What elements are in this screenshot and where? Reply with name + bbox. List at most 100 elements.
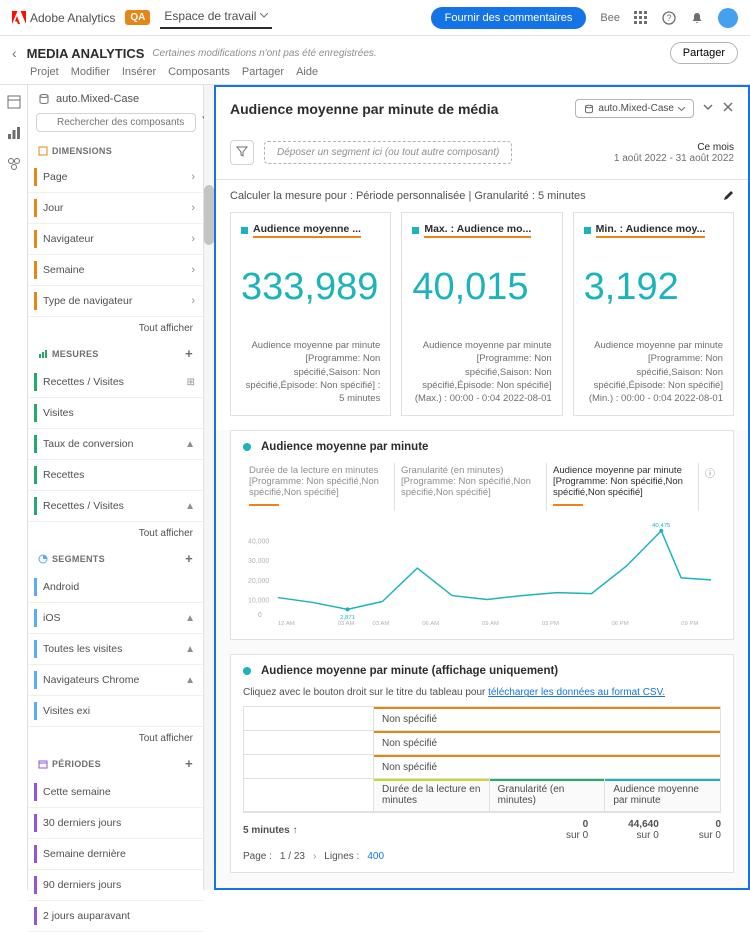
menu-bar: Projet Modifier Insérer Composants Parta…: [0, 66, 750, 84]
svg-text:06 AM: 06 AM: [422, 622, 439, 628]
feedback-button[interactable]: Fournir des commentaires: [431, 7, 587, 29]
collapse-icon[interactable]: [702, 101, 714, 116]
left-icon-rail: [0, 85, 28, 890]
table-header[interactable]: Durée de la lecture en minutes: [374, 779, 490, 811]
show-all-dimensions[interactable]: Tout afficher: [28, 317, 203, 340]
dimension-item[interactable]: Page›: [28, 162, 203, 193]
menu-aide[interactable]: Aide: [296, 66, 318, 78]
svg-text:03 PM: 03 PM: [542, 622, 559, 628]
visualizations-icon[interactable]: [7, 126, 21, 143]
svg-text:0: 0: [258, 613, 262, 620]
components-icon[interactable]: [7, 157, 21, 174]
help-icon[interactable]: ?: [662, 11, 676, 25]
dimension-item[interactable]: Type de navigateur›: [28, 286, 203, 317]
freeform-table-panel: Audience moyenne par minute (affichage u…: [230, 654, 734, 873]
org-name[interactable]: Bee: [600, 12, 620, 24]
measure-item[interactable]: Visites: [28, 398, 203, 429]
segment-item[interactable]: Navigateurs Chrome▲: [28, 665, 203, 696]
avatar[interactable]: [718, 8, 738, 28]
suite-selector[interactable]: auto.Mixed-Case: [28, 85, 203, 113]
qa-badge: QA: [125, 10, 150, 25]
periods-header: PÉRIODES +: [28, 750, 203, 777]
legend-item[interactable]: Granularité (en minutes) [Programme: Non…: [395, 463, 547, 511]
calc-description: Calculer la mesure pour : Période person…: [230, 190, 586, 202]
segment-item[interactable]: Android: [28, 572, 203, 603]
calendar-icon: [38, 759, 48, 769]
legend-item[interactable]: Audience moyenne par minute [Programme: …: [547, 463, 699, 511]
segments-header: SEGMENTS +: [28, 545, 203, 572]
workspace-canvas: Audience moyenne par minute de média aut…: [214, 85, 750, 890]
measure-item[interactable]: Recettes: [28, 460, 203, 491]
adobe-icon: ▲: [185, 501, 195, 512]
bell-icon[interactable]: [690, 11, 704, 25]
download-csv-link[interactable]: télécharger les données au format CSV.: [488, 687, 665, 698]
segment-item[interactable]: iOS▲: [28, 603, 203, 634]
menu-modifier[interactable]: Modifier: [71, 66, 110, 78]
table-header[interactable]: Granularité (en minutes): [490, 779, 606, 811]
period-item[interactable]: 30 derniers jours: [28, 808, 203, 839]
adobe-icon: ▲: [185, 644, 195, 655]
chevron-right-icon: ›: [191, 171, 195, 183]
add-segment-button[interactable]: +: [185, 551, 193, 566]
info-icon[interactable]: ⓘ: [699, 463, 721, 511]
menu-inserer[interactable]: Insérer: [122, 66, 156, 78]
add-measure-button[interactable]: +: [185, 346, 193, 361]
svg-text:06 PM: 06 PM: [611, 622, 628, 628]
chart-dot-icon: [243, 443, 251, 451]
table-row: Non spécifié: [374, 731, 720, 754]
dimension-item[interactable]: Jour›: [28, 193, 203, 224]
svg-text:40,000: 40,000: [248, 539, 269, 546]
period-item[interactable]: 90 derniers jours: [28, 870, 203, 901]
measure-item[interactable]: Recettes / Visites▲: [28, 491, 203, 522]
summary-card-min: Min. : Audience moy... 3,192 Audience mo…: [573, 212, 734, 416]
card-subtitle: Audience moyenne par minute [Programme: …: [412, 339, 551, 405]
svg-text:09 PM: 09 PM: [681, 622, 698, 628]
adobe-icon: ▲: [185, 439, 195, 450]
chevron-down-icon: [678, 107, 685, 111]
components-panel: auto.Mixed-Case DIMENSIONS Page› Jour› N…: [28, 85, 204, 890]
apps-icon[interactable]: [634, 11, 648, 25]
period-item[interactable]: 2 jours auparavant: [28, 901, 203, 932]
menu-composants[interactable]: Composants: [168, 66, 230, 78]
share-button[interactable]: Partager: [670, 42, 738, 64]
svg-text:03 AM: 03 AM: [338, 622, 355, 628]
scrollbar[interactable]: [204, 85, 214, 890]
dimension-item[interactable]: Semaine›: [28, 255, 203, 286]
dimension-item[interactable]: Navigateur›: [28, 224, 203, 255]
show-all-measures[interactable]: Tout afficher: [28, 522, 203, 545]
workspace-selector[interactable]: Espace de travail: [160, 7, 272, 29]
panel-title: Audience moyenne par minute de média: [230, 101, 575, 117]
chevron-right-icon: ›: [191, 295, 195, 307]
measure-item[interactable]: Recettes / Visites⊞: [28, 367, 203, 398]
show-all-segments[interactable]: Tout afficher: [28, 727, 203, 750]
table-row: Non spécifié: [374, 707, 720, 730]
menu-projet[interactable]: Projet: [30, 66, 59, 78]
segment-item[interactable]: Visites exi: [28, 696, 203, 727]
panels-icon[interactable]: [7, 95, 21, 112]
chevron-right-icon: ›: [191, 202, 195, 214]
adobe-icon: ▲: [185, 675, 195, 686]
segment-item[interactable]: Toutes les visites▲: [28, 634, 203, 665]
summary-card-max: Max. : Audience mo... 40,015 Audience mo…: [401, 212, 562, 416]
chevron-down-icon: [260, 13, 268, 18]
segment-dropzone[interactable]: Déposer un segment ici (ou tout autre co…: [264, 141, 512, 164]
svg-text:10,000: 10,000: [248, 598, 269, 605]
svg-text:40,475: 40,475: [652, 523, 671, 529]
row-label: 5 minutes ↑: [243, 825, 297, 836]
back-button[interactable]: ‹: [12, 45, 17, 61]
edit-icon[interactable]: [722, 190, 734, 202]
period-item[interactable]: Cette semaine: [28, 777, 203, 808]
period-item[interactable]: Semaine dernière: [28, 839, 203, 870]
line-chart[interactable]: 40,000 30,000 20,000 10,000 0 2,871 40,4…: [231, 519, 733, 639]
dimensions-header: DIMENSIONS: [28, 140, 203, 162]
legend-item[interactable]: Durée de la lecture en minutes [Programm…: [243, 463, 395, 511]
menu-partager[interactable]: Partager: [242, 66, 284, 78]
close-icon[interactable]: [722, 101, 734, 116]
panel-suite-selector[interactable]: auto.Mixed-Case: [575, 99, 694, 118]
filter-button[interactable]: [230, 140, 254, 165]
date-range-selector[interactable]: Ce mois 1 août 2022 - 31 août 2022: [614, 142, 734, 164]
table-header[interactable]: Audience moyenne par minute: [605, 779, 720, 811]
measure-item[interactable]: Taux de conversion▲: [28, 429, 203, 460]
add-period-button[interactable]: +: [185, 756, 193, 771]
search-input[interactable]: [36, 113, 196, 132]
